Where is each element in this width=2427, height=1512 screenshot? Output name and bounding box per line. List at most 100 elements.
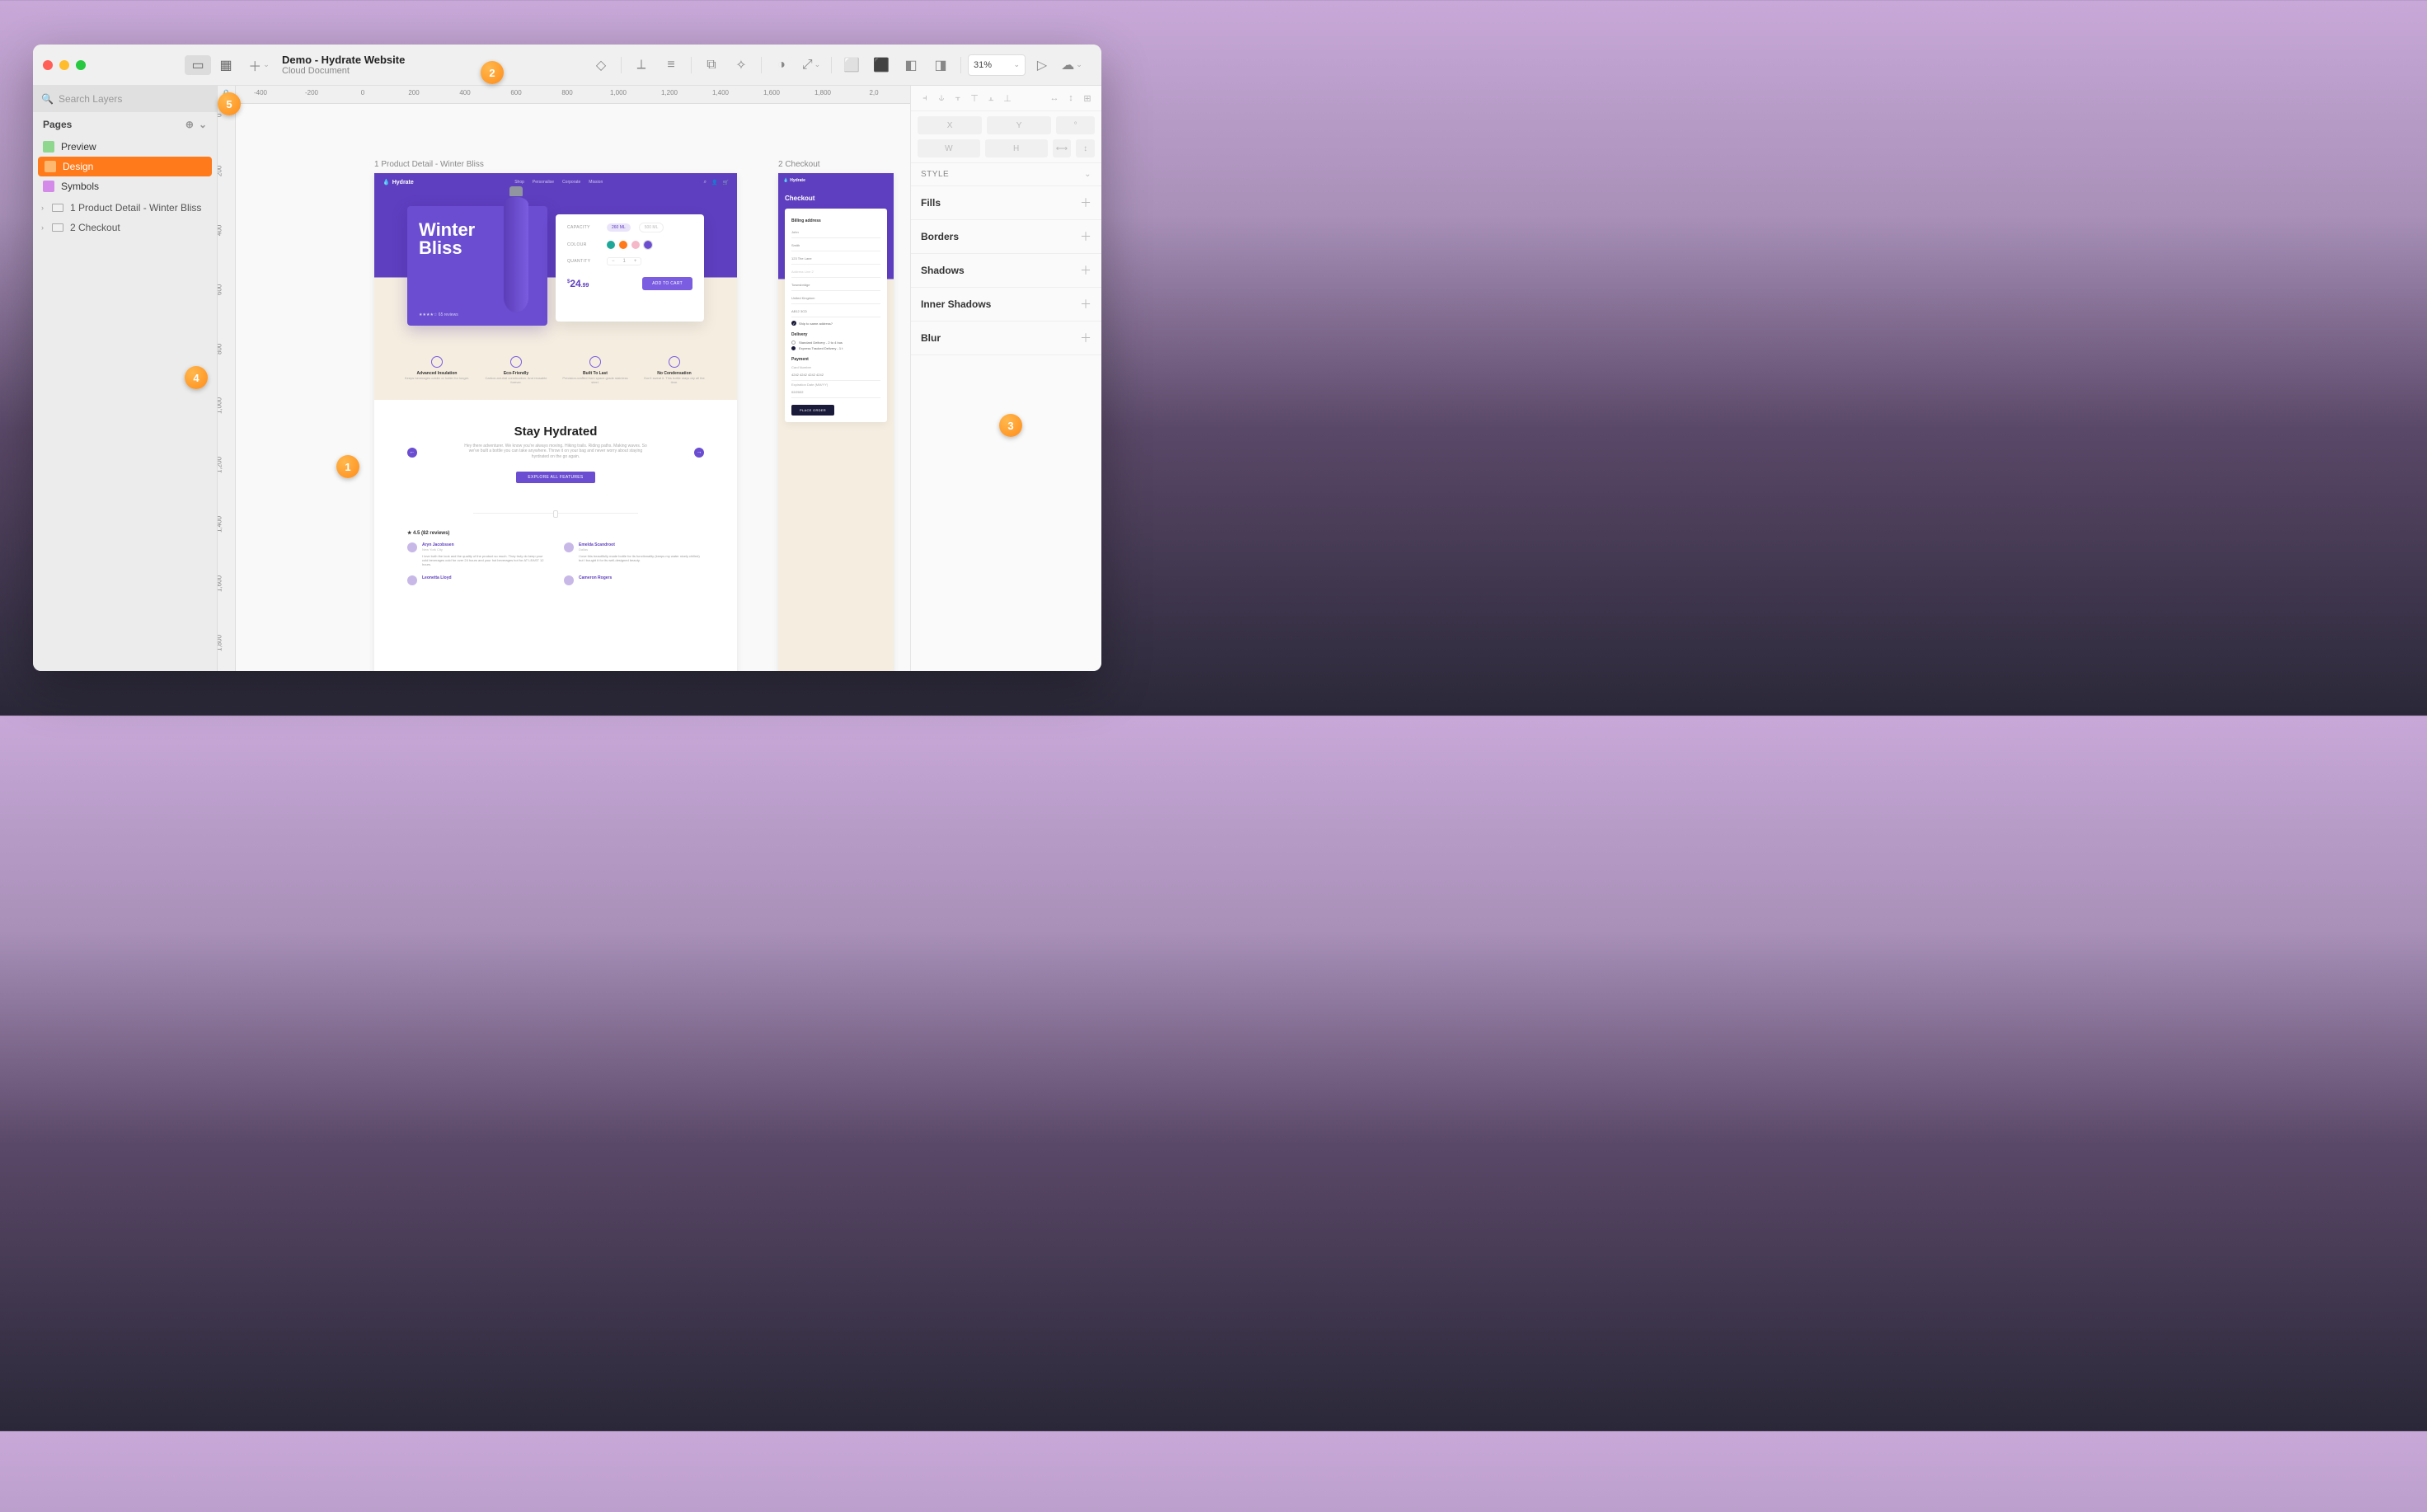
artboard-icon (52, 223, 63, 232)
search-layers-input[interactable]: 🔍 Search Layers (33, 86, 217, 112)
toolbar: ＋⌄ Demo - Hydrate Website Cloud Document… (239, 52, 1091, 78)
app-window: ▭ ▦ ＋⌄ Demo - Hydrate Website Cloud Docu… (33, 45, 1101, 671)
stay-heading: Stay Hydrated (407, 425, 704, 439)
preview-icon[interactable]: ▷ (1029, 52, 1055, 78)
insert-tool[interactable]: ＋⌄ (246, 52, 272, 78)
add-style-icon[interactable]: ＋ (1080, 330, 1091, 346)
flip-v-icon[interactable]: ↕ (1076, 139, 1095, 157)
mask-tool-icon[interactable]: ◑ (768, 52, 795, 78)
minimize-window-button[interactable] (59, 60, 69, 70)
group-tool-icon[interactable]: ⧉ (698, 52, 725, 78)
align-middle-icon[interactable]: ⫠ (983, 91, 998, 106)
w-field[interactable]: W (918, 139, 980, 157)
page-item-preview[interactable]: Preview (33, 137, 217, 157)
distribute-v-icon[interactable]: ↕ (1063, 91, 1078, 106)
delivery-option: Express Tracked Delivery - 1 t (791, 346, 880, 350)
ruler-tick: -400 (254, 89, 267, 96)
colour-label: COLOUR (567, 242, 599, 247)
y-field[interactable]: Y (987, 116, 1051, 134)
ruler-tick: 1,000 (218, 397, 223, 414)
style-section-borders[interactable]: Borders＋ (911, 220, 1101, 254)
artboard-product-detail[interactable]: 1 Product Detail - Winter Bliss 💧Hydrate… (374, 173, 737, 671)
ruler-tick: 800 (561, 89, 572, 96)
rotation-field[interactable]: ° (1056, 116, 1095, 134)
h-field[interactable]: H (985, 139, 1048, 157)
style-section-inner-shadows[interactable]: Inner Shadows＋ (911, 288, 1101, 322)
search-icon: ⌕ (704, 180, 707, 185)
canvas[interactable]: 1 Product Detail - Winter Bliss 💧Hydrate… (236, 104, 910, 671)
add-style-icon[interactable]: ＋ (1080, 262, 1091, 279)
review-location: Dallas (579, 547, 704, 552)
mock-header: 💧Hydrate ShopPersonaliseCorporateMission… (374, 173, 737, 191)
layer-label: 1 Product Detail - Winter Bliss (70, 202, 201, 214)
scale-tool-icon[interactable]: ⤢⌄ (798, 52, 824, 78)
checkout-field: John (791, 227, 880, 238)
ruler-tick: 400 (218, 225, 223, 236)
feature-item: Built To LastPrecision-crafted from spac… (562, 356, 628, 385)
close-window-button[interactable] (43, 60, 53, 70)
flip-h-icon[interactable]: ⟷ (1053, 139, 1072, 157)
mock-header-icons: ⌕👤🛒 (704, 180, 729, 185)
zoom-select[interactable]: 31% ⌄ (968, 54, 1026, 76)
align-top-icon[interactable]: ⊤ (967, 91, 982, 106)
document-title-block: Demo - Hydrate Website Cloud Document (282, 54, 405, 76)
reviews-header: ★ 4.5 (82 reviews) (374, 530, 737, 536)
union-tool-icon[interactable]: ⬜ (838, 52, 865, 78)
product-options-card: CAPACITY 260 ML 500 ML COLOUR QUANTITY (556, 214, 704, 322)
layer-item[interactable]: ›2 Checkout (33, 218, 217, 237)
ruler-tick: 0 (218, 114, 223, 117)
artboard-checkout[interactable]: 2 Checkout 💧Hydrate Checkout Billing add… (778, 173, 894, 671)
page-label: Design (63, 161, 93, 172)
feature-desc: Precision-crafted from space-grade stain… (562, 377, 628, 385)
add-style-icon[interactable]: ＋ (1080, 195, 1091, 211)
style-section-shadows[interactable]: Shadows＋ (911, 254, 1101, 288)
ruler-tick: 1,400 (712, 89, 729, 96)
difference-tool-icon[interactable]: ◨ (927, 52, 954, 78)
tidy-icon[interactable]: ⊞ (1080, 91, 1095, 106)
add-style-icon[interactable]: ＋ (1080, 296, 1091, 312)
align-right-icon[interactable]: ⫟ (951, 91, 965, 106)
colour-swatches (607, 241, 652, 249)
features-row: Advanced InsulationKeeps beverages colde… (374, 348, 737, 400)
chevron-right-icon[interactable]: › (41, 223, 44, 232)
add-page-icon[interactable]: ⊕ (185, 119, 194, 130)
ruler-tick: 1,200 (218, 457, 223, 473)
collapse-pages-icon[interactable]: ⌄ (199, 119, 207, 130)
distribute-icon[interactable]: ≡ (658, 52, 684, 78)
page-item-symbols[interactable]: Symbols (33, 176, 217, 196)
symbol-tool-icon[interactable]: ✧ (728, 52, 754, 78)
align-top-icon[interactable]: ⟂ (628, 52, 655, 78)
align-center-h-icon[interactable]: ⫝ (934, 91, 949, 106)
distribute-h-icon[interactable]: ↔ (1047, 91, 1062, 106)
chevron-right-icon[interactable]: › (41, 204, 44, 212)
layers-view-button[interactable]: ▭ (185, 55, 211, 75)
search-placeholder: Search Layers (59, 93, 122, 105)
intersect-tool-icon[interactable]: ◧ (898, 52, 924, 78)
style-section-blur[interactable]: Blur＋ (911, 322, 1101, 355)
layer-item[interactable]: › 1 Product Detail - Winter Bliss (33, 198, 217, 218)
page-item-design[interactable]: Design (38, 157, 212, 176)
style-header: STYLE ⌄ (911, 162, 1101, 186)
callout-4: 4 (185, 366, 208, 389)
style-section-fills[interactable]: Fills＋ (911, 186, 1101, 220)
feature-desc: Don't sweat it. This bottle stays dry al… (641, 377, 707, 385)
place-order-button: PLACE ORDER (791, 405, 834, 416)
chevron-down-icon[interactable]: ⌄ (1084, 170, 1091, 179)
ruler-tick: 2,0 (869, 89, 878, 96)
window-controls (43, 60, 86, 70)
review-item: Cameron Rogers (564, 575, 704, 585)
nav-item: Mission (589, 180, 603, 185)
cloud-icon[interactable]: ☁⌄ (1059, 52, 1085, 78)
subtract-tool-icon[interactable]: ⬛ (868, 52, 894, 78)
alignment-controls: ⫞ ⫝ ⫟ ⊤ ⫠ ⊥ ↔ ↕ ⊞ (911, 86, 1101, 111)
align-bottom-icon[interactable]: ⊥ (1000, 91, 1015, 106)
shape-tool-icon[interactable]: ◇ (588, 52, 614, 78)
maximize-window-button[interactable] (76, 60, 86, 70)
page-icon (45, 161, 56, 172)
align-left-icon[interactable]: ⫞ (918, 91, 932, 106)
add-style-icon[interactable]: ＋ (1080, 228, 1091, 245)
checkbox-icon: ✓ (791, 321, 796, 326)
components-view-button[interactable]: ▦ (213, 55, 239, 75)
x-field[interactable]: X (918, 116, 982, 134)
ruler-tick: 1,800 (814, 89, 831, 96)
